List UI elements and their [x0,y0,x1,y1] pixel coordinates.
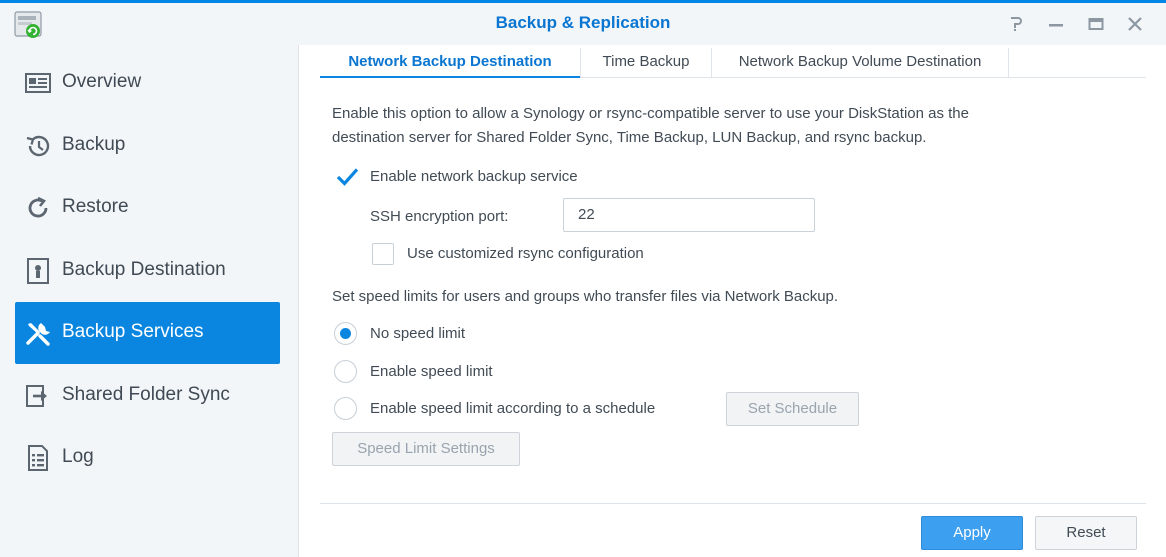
sidebar-item-shared-folder-sync[interactable]: Shared Folder Sync [15,365,280,427]
restore-icon [24,194,52,222]
enable-speed-limit-label: Enable speed limit [370,363,493,380]
sidebar-item-label: Log [62,446,94,467]
title-bar: Backup & Replication [0,3,1166,45]
ssh-port-label: SSH encryption port: [370,208,509,225]
enable-network-backup-label: Enable network backup service [370,168,578,185]
backup-destination-icon [24,257,52,285]
schedule-speed-limit-label: Enable speed limit according to a schedu… [370,400,656,417]
custom-rsync-label: Use customized rsync configuration [407,245,644,262]
enable-speed-limit-radio[interactable] [334,360,357,383]
enable-network-backup-checkbox[interactable] [335,165,358,187]
sidebar-item-backup-destination[interactable]: Backup Destination [15,240,280,302]
checkmark-icon [336,168,358,186]
ssh-port-input[interactable]: 22 [563,198,815,232]
description-line-1: Enable this option to allow a Synology o… [332,105,969,122]
help-icon[interactable] [1006,14,1026,34]
sidebar-item-label: Restore [62,196,129,217]
sidebar-item-log[interactable]: Log [15,427,280,489]
speed-limit-description: Set speed limits for users and groups wh… [332,288,839,305]
tab-network-backup-volume-destination[interactable]: Network Backup Volume Destination [712,45,1008,78]
tab-separator [1008,48,1009,77]
sidebar: Overview Backup Restore Backup Destinati… [0,45,299,557]
sidebar-item-label: Backup Services [62,321,204,342]
wrench-icon [24,319,52,347]
set-schedule-button[interactable]: Set Schedule [726,392,859,426]
tab-network-backup-destination[interactable]: Network Backup Destination [320,45,580,78]
backup-icon [24,132,52,160]
minimize-icon[interactable] [1046,14,1066,34]
no-speed-limit-label: No speed limit [370,325,466,342]
shared-folder-sync-icon [24,382,52,410]
sidebar-item-backup[interactable]: Backup [15,115,280,177]
sidebar-item-backup-services[interactable]: Backup Services [15,302,280,364]
sidebar-item-label: Backup Destination [62,259,226,280]
no-speed-limit-radio[interactable] [334,322,357,345]
sidebar-item-overview[interactable]: Overview [15,52,280,114]
overview-icon [24,69,52,97]
tab-bar: Network Backup Destination Time Backup N… [320,45,1146,78]
schedule-speed-limit-radio[interactable] [334,397,357,420]
sidebar-item-label: Overview [62,71,142,92]
description-line-2: destination server for Shared Folder Syn… [332,129,927,146]
maximize-icon[interactable] [1086,14,1106,34]
apply-button[interactable]: Apply [921,516,1023,550]
tab-time-backup[interactable]: Time Backup [581,45,711,78]
service-description: Enable this option to allow a Synology o… [332,102,1132,150]
custom-rsync-checkbox[interactable] [372,243,394,265]
sidebar-item-label: Shared Folder Sync [62,384,230,405]
sidebar-item-label: Backup [62,134,126,155]
window-title: Backup & Replication [495,13,671,32]
app-window: Backup & Replication Overview Backup Res… [0,0,1166,557]
close-icon[interactable] [1125,14,1145,34]
sidebar-item-restore[interactable]: Restore [15,177,280,239]
radio-selected-dot [340,328,351,339]
reset-button[interactable]: Reset [1035,516,1137,550]
speed-limit-settings-button[interactable]: Speed Limit Settings [332,432,520,466]
footer-divider [320,503,1146,504]
log-icon [24,444,52,472]
